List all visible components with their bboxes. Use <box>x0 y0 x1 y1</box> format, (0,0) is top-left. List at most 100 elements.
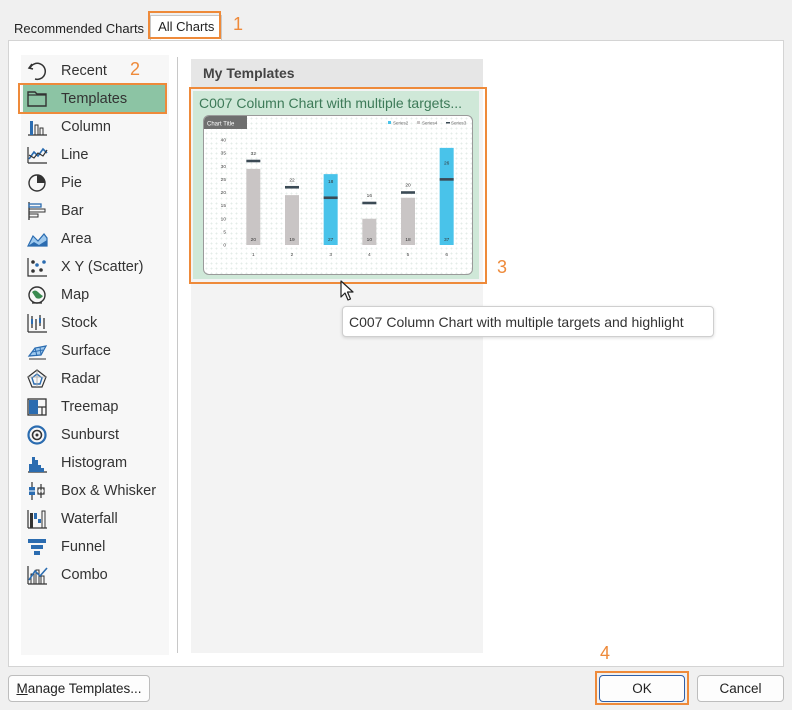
sidebar-item-label: Map <box>61 287 90 303</box>
sidebar-item-treemap[interactable]: Treemap <box>23 393 165 421</box>
sidebar-item-funnel[interactable]: Funnel <box>23 533 165 561</box>
sidebar-item-box-whisker[interactable]: Box & Whisker <box>23 477 165 505</box>
area-chart-icon <box>25 228 49 250</box>
sidebar-item-label: Pie <box>61 175 82 191</box>
sidebar-item-label: Recent <box>61 63 107 79</box>
box-whisker-chart-icon <box>25 480 49 502</box>
combo-chart-icon <box>25 564 49 586</box>
y-tick-label: 30 <box>221 164 227 170</box>
sidebar-item-label: Box & Whisker <box>61 483 157 499</box>
folder-icon <box>25 88 49 110</box>
map-chart-icon <box>25 284 49 306</box>
sidebar-item-map[interactable]: Map <box>23 281 165 309</box>
sidebar-item-line[interactable]: Line <box>23 141 165 169</box>
sidebar-item-radar[interactable]: Radar <box>23 365 165 393</box>
template-tooltip: C007 Column Chart with multiple targets … <box>342 306 714 337</box>
chart-title: Chart Title <box>207 122 235 128</box>
y-tick-label: 20 <box>221 190 227 196</box>
cancel-button[interactable]: Cancel <box>697 675 784 702</box>
y-tick-label: 40 <box>221 138 227 144</box>
sidebar-item-recent[interactable]: Recent <box>23 57 165 85</box>
sidebar-item-x-y-scatter[interactable]: X Y (Scatter) <box>23 253 165 281</box>
sidebar-item-label: Histogram <box>61 455 128 471</box>
template-card-title: C007 Column Chart with multiple targets.… <box>199 95 462 111</box>
sidebar-item-pie[interactable]: Pie <box>23 169 165 197</box>
manage-templates-button[interactable]: Manage Templates... <box>8 675 150 702</box>
target-marker <box>401 191 415 194</box>
surface-chart-icon <box>25 340 49 362</box>
target-marker <box>362 201 377 205</box>
legend-swatch <box>417 121 420 124</box>
chart-type-tabs: Recommended Charts All Charts <box>8 12 223 40</box>
x-tick-label: 1 <box>252 252 255 258</box>
target-data-label: 22 <box>289 177 295 183</box>
y-tick-label: 15 <box>221 203 227 209</box>
sidebar-item-surface[interactable]: Surface <box>23 337 165 365</box>
target-marker <box>323 196 338 200</box>
legend-swatch <box>446 122 450 124</box>
x-tick-label: 4 <box>368 252 371 258</box>
legend-label: Series2 <box>393 121 409 126</box>
target-data-label: 20 <box>405 183 411 189</box>
sidebar-item-label: Templates <box>61 91 128 107</box>
histogram-chart-icon <box>25 452 49 474</box>
bar-data-label: 18 <box>405 237 411 243</box>
manage-templates-label: anage Templates... <box>27 681 142 696</box>
target-data-label: 16 <box>367 193 373 199</box>
line-chart-icon <box>25 144 49 166</box>
sidebar-item-histogram[interactable]: Histogram <box>23 449 165 477</box>
ok-button[interactable]: OK <box>599 675 685 702</box>
bar-chart-icon <box>25 200 49 222</box>
my-templates-header: My Templates <box>191 59 483 87</box>
target-data-label: 26 <box>444 160 450 166</box>
templates-area: My Templates C007 Column Chart with mult… <box>191 59 483 653</box>
treemap-chart-icon <box>25 396 49 418</box>
target-marker <box>246 159 261 163</box>
template-thumbnail: Chart Title Series2 Series4 Series3 0 5 10 15 20… <box>203 115 473 275</box>
manage-templates-accesskey: M <box>16 681 28 696</box>
x-tick-label: 2 <box>291 252 294 258</box>
annotation-3: 3 <box>497 257 508 277</box>
bar <box>323 174 338 245</box>
sidebar-item-stock[interactable]: Stock <box>23 309 165 337</box>
column-chart-icon <box>25 116 49 138</box>
waterfall-chart-icon <box>25 508 49 530</box>
divider <box>177 57 178 653</box>
sidebar-item-column[interactable]: Column <box>23 113 165 141</box>
sidebar-item-label: Column <box>61 119 111 135</box>
sidebar-item-label: Radar <box>61 371 101 387</box>
tab-all-charts[interactable]: All Charts <box>150 15 223 40</box>
sidebar-item-label: Area <box>61 231 92 247</box>
target-marker <box>439 178 454 181</box>
annotation-4: 4 <box>600 643 611 663</box>
sidebar-item-label: Funnel <box>61 539 106 555</box>
sidebar-item-templates[interactable]: Templates <box>23 85 165 113</box>
y-tick-label: 25 <box>221 177 227 183</box>
bar-data-label: 37 <box>444 237 450 243</box>
sidebar-item-waterfall[interactable]: Waterfall <box>23 505 165 533</box>
chart-type-list: Recent Templates Column Line Pie Bar Area X Y (… <box>23 57 165 589</box>
sidebar-item-combo[interactable]: Combo <box>23 561 165 589</box>
sidebar-item-label: X Y (Scatter) <box>61 259 144 275</box>
tab-recommended-charts[interactable]: Recommended Charts <box>8 17 150 40</box>
sidebar-item-label: Stock <box>61 315 98 331</box>
x-tick-label: 6 <box>445 252 448 258</box>
x-tick-label: 3 <box>329 252 332 258</box>
template-card-c007[interactable]: C007 Column Chart with multiple targets.… <box>193 91 479 279</box>
y-tick-label: 0 <box>223 243 226 249</box>
bar <box>246 168 261 245</box>
sidebar-item-label: Treemap <box>61 399 119 415</box>
annotation-1: 1 <box>233 14 244 34</box>
scatter-chart-icon <box>25 256 49 278</box>
chart-dialog-panel: Recent Templates Column Line Pie Bar Area X Y (… <box>8 40 784 667</box>
sidebar-item-area[interactable]: Area <box>23 225 165 253</box>
sidebar-item-bar[interactable]: Bar <box>23 197 165 225</box>
sidebar-item-label: Combo <box>61 567 108 583</box>
legend-label: Series3 <box>451 121 467 126</box>
sunburst-chart-icon <box>25 424 49 446</box>
annotation-2: 2 <box>130 59 141 79</box>
radar-chart-icon <box>25 368 49 390</box>
y-tick-label: 35 <box>221 151 227 157</box>
sidebar-item-label: Sunburst <box>61 427 120 443</box>
sidebar-item-sunburst[interactable]: Sunburst <box>23 421 165 449</box>
